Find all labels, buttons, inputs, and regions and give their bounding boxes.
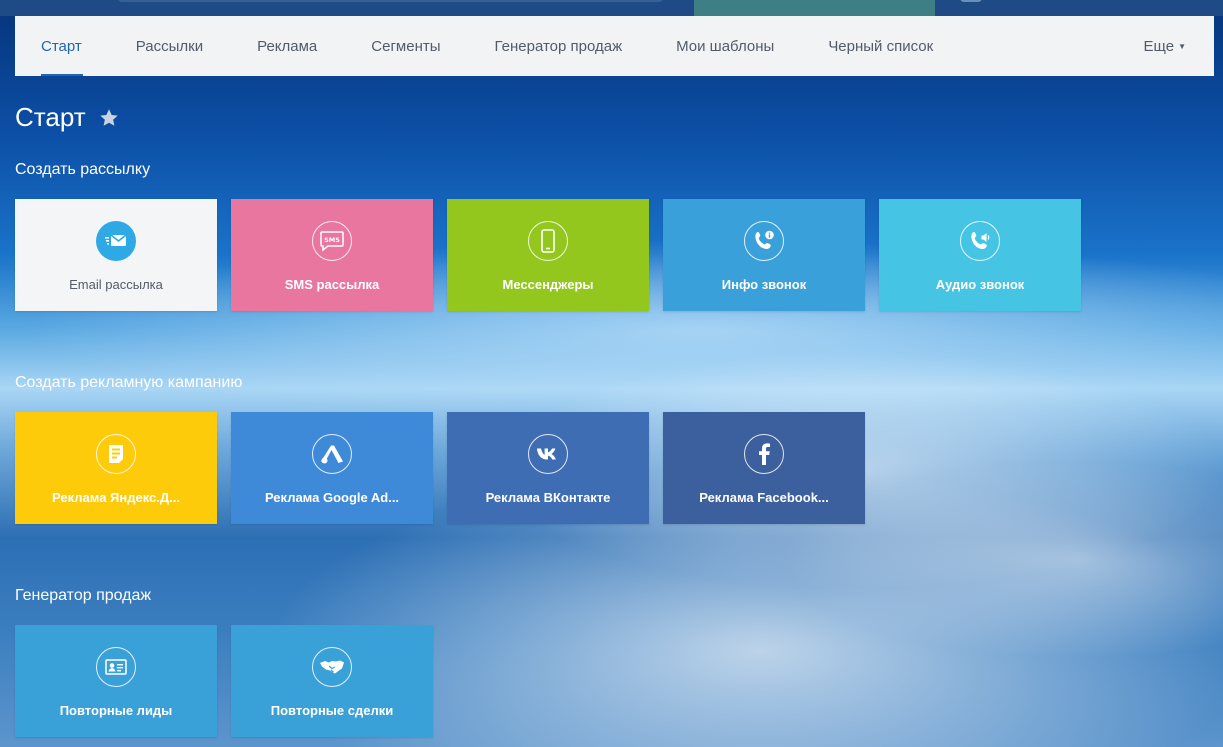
more-menu-button[interactable]: Еще ▼	[1117, 16, 1214, 76]
tile-label: Инфо звонок	[721, 277, 807, 292]
tile-repeat-leads[interactable]: Повторные лиды	[15, 625, 217, 737]
page-title: Старт	[15, 102, 120, 133]
contact-card-icon	[96, 647, 136, 687]
tile-repeat-deals[interactable]: Повторные сделки	[231, 625, 433, 737]
tile-label: Повторные лиды	[59, 703, 173, 718]
tile-yandex-direct[interactable]: Реклама Яндекс.Д...	[15, 412, 217, 524]
info-call-icon	[744, 221, 784, 261]
tile-email-mailing[interactable]: Email рассылка	[15, 199, 217, 311]
audio-call-icon	[960, 221, 1000, 261]
tile-label: Реклама Google Ad...	[264, 490, 400, 505]
tile-messengers[interactable]: Мессенджеры	[447, 199, 649, 311]
caret-down-icon: ▼	[1178, 41, 1186, 51]
top-highlight-block	[694, 0, 935, 16]
tile-audio-call[interactable]: Аудио звонок	[879, 199, 1081, 311]
section-title-mailing: Создать рассылку	[15, 161, 151, 178]
tile-label: Реклама ВКонтакте	[485, 490, 611, 505]
tile-label: Реклама Яндекс.Д...	[52, 490, 180, 505]
svg-text:SMS: SMS	[324, 236, 340, 244]
tile-label: Аудио звонок	[935, 277, 1025, 292]
tile-sms-mailing[interactable]: SMS SMS рассылка	[231, 199, 433, 311]
yandex-direct-icon	[96, 434, 136, 474]
tile-label: Мессенджеры	[502, 277, 594, 292]
browser-top-strip	[0, 0, 1223, 16]
page-title-text: Старт	[15, 102, 86, 132]
tile-vkontakte[interactable]: Реклама ВКонтакте	[447, 412, 649, 524]
tab-ads[interactable]: Реклама	[230, 16, 344, 76]
tile-facebook[interactable]: Реклама Facebook...	[663, 412, 865, 524]
more-label: Еще	[1143, 37, 1175, 55]
tile-label: SMS рассылка	[284, 277, 380, 292]
tab-start[interactable]: Старт	[15, 16, 109, 76]
main-tabs: Старт Рассылки Реклама Сегменты Генерато…	[15, 16, 1214, 76]
tile-info-call[interactable]: Инфо звонок	[663, 199, 865, 311]
top-search-bar[interactable]	[118, 0, 663, 2]
smartphone-icon	[528, 221, 568, 261]
tab-mailings[interactable]: Рассылки	[109, 16, 230, 76]
tile-label: Повторные сделки	[270, 703, 394, 718]
section-title-sales: Генератор продаж	[15, 587, 152, 604]
handshake-icon	[312, 647, 352, 687]
tile-label: Email рассылка	[69, 277, 163, 292]
tab-sales-generator[interactable]: Генератор продаж	[468, 16, 650, 76]
email-icon	[96, 221, 136, 261]
facebook-icon	[744, 434, 784, 474]
section-title-ads: Создать рекламную кампанию	[15, 374, 243, 391]
top-avatar[interactable]	[960, 0, 982, 2]
tab-segments[interactable]: Сегменты	[344, 16, 467, 76]
vk-icon	[528, 434, 568, 474]
google-ads-icon	[312, 434, 352, 474]
tab-my-templates[interactable]: Мои шаблоны	[649, 16, 801, 76]
sms-icon: SMS	[312, 221, 352, 261]
star-icon[interactable]	[98, 107, 120, 129]
tile-google-ads[interactable]: Реклама Google Ad...	[231, 412, 433, 524]
tile-label: Реклама Facebook...	[699, 490, 829, 505]
tab-blacklist[interactable]: Черный список	[801, 16, 960, 76]
